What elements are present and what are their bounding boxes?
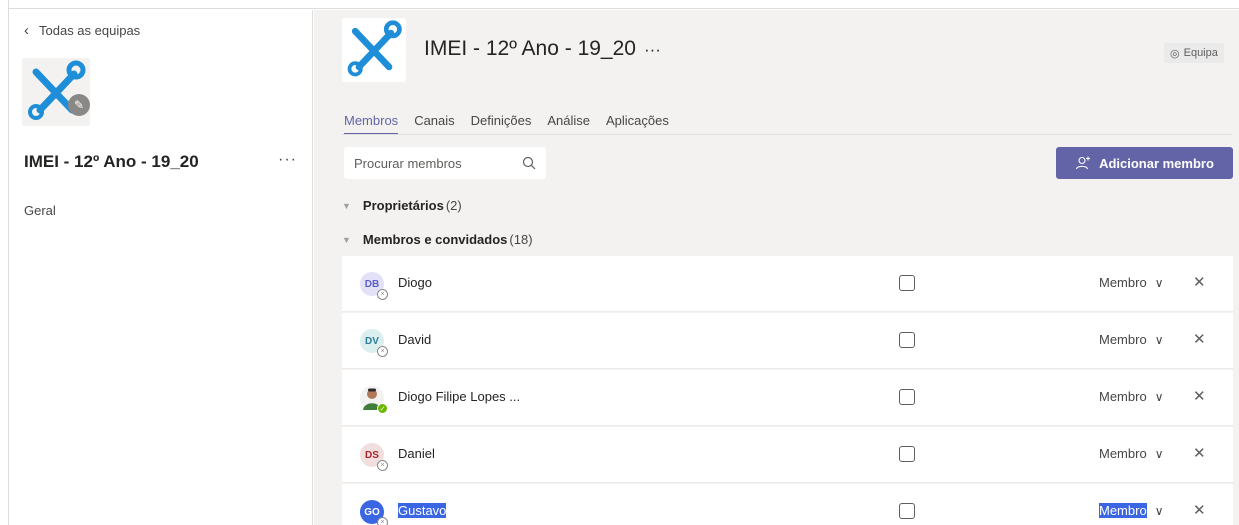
tab-definicoes[interactable]: Definições xyxy=(471,113,532,135)
search-members-input[interactable]: Procurar membros xyxy=(344,147,546,179)
group-count: (2) xyxy=(445,198,462,213)
member-row: ✓ Diogo Filipe Lopes ... Membro ∨ ✕ xyxy=(342,370,1233,426)
add-member-button[interactable]: Adicionar membro xyxy=(1056,147,1233,179)
back-label: Todas as equipas xyxy=(39,23,141,38)
team-manage-panel: IMEI - 12º Ano - 19_20 ··· ◎ Equipa Membr… xyxy=(314,10,1239,525)
role-dropdown[interactable]: Membro ∨ xyxy=(1099,275,1163,290)
member-row: DB × Diogo Membro ∨ ✕ xyxy=(342,256,1233,312)
group-members[interactable]: ▼ Membros e convidados (18) xyxy=(342,232,533,247)
channel-item-geral[interactable]: Geral xyxy=(24,203,56,218)
edit-pencil-icon[interactable]: ✎ xyxy=(68,94,90,116)
chevron-down-icon: ∨ xyxy=(1154,389,1164,404)
offline-status-icon: × xyxy=(377,517,388,525)
guest-checkbox[interactable] xyxy=(899,275,915,291)
tab-bar: Membros Canais Definições Análise Aplica… xyxy=(344,113,669,135)
member-name: Daniel xyxy=(398,446,435,461)
offline-status-icon: × xyxy=(377,346,388,357)
member-name: Diogo Filipe Lopes ... xyxy=(398,389,521,404)
role-label: Membro xyxy=(1099,332,1147,347)
guest-checkbox[interactable] xyxy=(899,503,915,519)
role-label: Membro xyxy=(1099,389,1147,404)
tools-icon xyxy=(347,20,402,77)
member-row: DS × Daniel Membro ∨ ✕ xyxy=(342,427,1233,483)
tab-canais[interactable]: Canais xyxy=(414,113,454,135)
window-top-border xyxy=(0,0,1239,9)
search-icon xyxy=(522,156,536,170)
window-left-border xyxy=(0,0,9,525)
group-count: (18) xyxy=(509,232,533,247)
member-row: GO × Gustavo Membro ∨ ✕ xyxy=(342,484,1233,525)
group-label: Proprietários xyxy=(362,198,444,213)
chevron-down-icon: ∨ xyxy=(1154,503,1164,518)
guest-checkbox[interactable] xyxy=(899,389,915,405)
team-name: IMEI - 12º Ano - 19_20 xyxy=(24,152,199,171)
expand-arrow-icon: ▼ xyxy=(342,234,351,245)
group-label: Membros e convidados xyxy=(362,232,508,247)
role-dropdown[interactable]: Membro ∨ xyxy=(1099,503,1163,518)
role-dropdown[interactable]: Membro ∨ xyxy=(1099,332,1163,347)
expand-arrow-icon: ▼ xyxy=(342,200,351,211)
chevron-left-icon: ‹ xyxy=(24,22,29,39)
team-logo-large xyxy=(342,18,406,82)
add-person-icon xyxy=(1076,156,1091,170)
offline-status-icon: × xyxy=(377,460,388,471)
group-owners[interactable]: ▼ Proprietários (2) xyxy=(342,198,462,213)
guest-checkbox[interactable] xyxy=(899,332,915,348)
team-sidebar: ‹ Todas as equipas ✎ IMEI - 12º Ano - 19… xyxy=(10,10,313,525)
eye-icon: ◎ xyxy=(1170,47,1180,60)
remove-member-icon[interactable]: ✕ xyxy=(1193,387,1206,405)
member-name: David xyxy=(398,332,432,347)
more-options-icon[interactable]: ··· xyxy=(278,151,297,169)
tab-analise[interactable]: Análise xyxy=(547,113,590,135)
page-title: IMEI - 12º Ano - 19_20 ··· xyxy=(424,37,661,61)
tab-membros[interactable]: Membros xyxy=(344,113,399,135)
role-label: Membro xyxy=(1099,275,1147,290)
available-status-icon: ✓ xyxy=(377,403,388,414)
tab-divider xyxy=(342,134,1232,135)
more-options-icon[interactable]: ··· xyxy=(644,40,661,59)
member-name: Gustavo xyxy=(398,503,447,518)
offline-status-icon: × xyxy=(377,289,388,300)
add-member-label: Adicionar membro xyxy=(1099,155,1214,171)
search-placeholder: Procurar membros xyxy=(354,155,462,171)
role-label: Membro xyxy=(1099,503,1147,518)
role-label: Membro xyxy=(1099,446,1147,461)
remove-member-icon[interactable]: ✕ xyxy=(1193,444,1206,462)
chevron-down-icon: ∨ xyxy=(1154,332,1164,347)
member-name: Diogo xyxy=(398,275,432,290)
remove-member-icon[interactable]: ✕ xyxy=(1193,330,1206,348)
chevron-down-icon: ∨ xyxy=(1154,446,1164,461)
back-to-teams-link[interactable]: ‹ Todas as equipas xyxy=(24,22,140,39)
remove-member-icon[interactable]: ✕ xyxy=(1193,501,1206,519)
member-row: DV × David Membro ∨ ✕ xyxy=(342,313,1233,369)
guest-checkbox[interactable] xyxy=(899,446,915,462)
chevron-down-icon: ∨ xyxy=(1154,275,1164,290)
page-title-text: IMEI - 12º Ano - 19_20 xyxy=(424,37,636,60)
role-dropdown[interactable]: Membro ∨ xyxy=(1099,446,1163,461)
role-dropdown[interactable]: Membro ∨ xyxy=(1099,389,1163,404)
remove-member-icon[interactable]: ✕ xyxy=(1193,273,1206,291)
tab-aplicacoes[interactable]: Aplicações xyxy=(606,113,669,135)
visibility-label: Equipa xyxy=(1183,47,1218,59)
team-visibility-badge: ◎ Equipa xyxy=(1164,43,1224,63)
